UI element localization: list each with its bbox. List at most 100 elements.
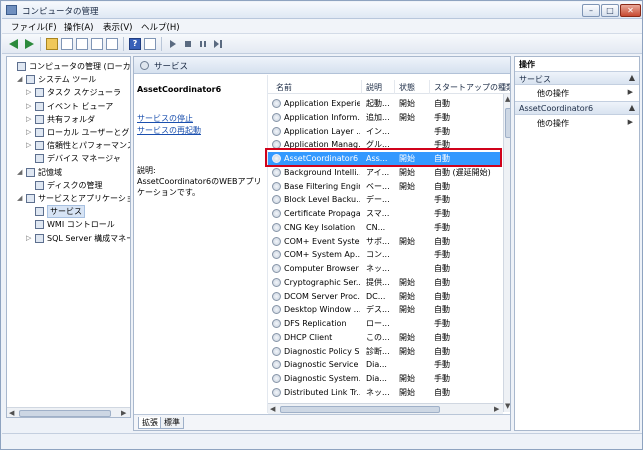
export-list-icon[interactable] xyxy=(106,38,118,50)
scroll-right-icon[interactable]: ▶ xyxy=(121,409,126,417)
status-bar xyxy=(2,433,642,449)
expand-toggle-icon[interactable]: ▷ xyxy=(26,232,31,245)
pause-service-icon[interactable] xyxy=(197,38,209,50)
service-gear-icon xyxy=(272,360,281,370)
column-startup-type[interactable]: スタートアップの種類 xyxy=(434,82,510,93)
column-status[interactable]: 状態 xyxy=(399,82,415,93)
tree-horizontal-scrollbar[interactable]: ◀ ▶ xyxy=(7,407,130,417)
service-row[interactable]: Certificate Propaga... スマ... 手動 xyxy=(268,207,502,220)
actions-section-services[interactable]: サービス ▲ xyxy=(515,71,639,85)
properties-icon[interactable] xyxy=(76,38,88,50)
service-row[interactable]: DFS Replication ロー... 手動 xyxy=(268,317,502,330)
back-button[interactable] xyxy=(8,38,20,50)
expand-toggle-icon[interactable]: ▷ xyxy=(26,139,31,152)
service-desc-cell: デー... xyxy=(366,195,390,205)
menu-action[interactable]: 操作(A) xyxy=(64,21,93,33)
scroll-up-icon[interactable]: ▲ xyxy=(505,95,510,103)
collapse-icon[interactable]: ▲ xyxy=(629,73,635,82)
service-gear-icon xyxy=(272,332,281,342)
restart-service-icon[interactable] xyxy=(212,38,224,50)
service-row[interactable]: CNG Key Isolation CN... 手動 xyxy=(268,221,502,234)
tab-standard[interactable]: 標準 xyxy=(160,417,184,429)
stop-service-icon[interactable] xyxy=(182,38,194,50)
service-name-cell: Diagnostic Policy S... xyxy=(284,346,360,356)
up-folder-icon[interactable] xyxy=(46,38,58,50)
service-row[interactable]: Computer Browser ネッ... 自動 xyxy=(268,262,502,275)
service-row[interactable]: Diagnostic System... Dia... 開始 手動 xyxy=(268,372,502,385)
service-row[interactable]: Base Filtering Engine ベー... 開始 自動 xyxy=(268,180,502,193)
tree-node-label: ローカル ユーザーとグループ xyxy=(47,128,130,137)
expand-toggle-icon[interactable]: ◢ xyxy=(17,192,22,205)
column-divider[interactable] xyxy=(361,80,362,94)
services-vertical-scrollbar[interactable]: ▲ ▼ xyxy=(503,94,510,412)
service-row[interactable]: Diagnostic Policy S... 診断... 開始 自動 xyxy=(268,345,502,358)
action-more-actions[interactable]: 他の操作 ▶ xyxy=(515,116,639,129)
scroll-left-icon[interactable]: ◀ xyxy=(270,405,275,413)
close-button[interactable]: ✕ xyxy=(620,4,641,17)
service-row[interactable]: DHCP Client この... 開始 自動 xyxy=(268,331,502,344)
restart-service-link[interactable]: サービスの再起動 xyxy=(137,125,201,136)
service-row[interactable]: AssetCoordinator6 Ass... 開始 自動 xyxy=(268,152,502,165)
tree-node-icon xyxy=(35,88,44,98)
service-row[interactable]: Background Intelli... アイ... 開始 自動 (遅延開始) xyxy=(268,166,502,179)
service-row[interactable]: COM+ System Ap... コン... 手動 xyxy=(268,248,502,261)
service-row[interactable]: Application Layer ... イン... 手動 xyxy=(268,125,502,138)
expand-toggle-icon[interactable]: ◢ xyxy=(17,73,22,86)
menu-file[interactable]: ファイル(F) xyxy=(11,21,57,33)
service-startup-cell: 自動 xyxy=(434,305,450,315)
maximize-button[interactable]: □ xyxy=(601,4,619,17)
service-row[interactable]: Block Level Backu... デー... 手動 xyxy=(268,193,502,206)
actions-section-assetcoordinator6[interactable]: AssetCoordinator6 ▲ xyxy=(515,101,639,115)
expand-toggle-icon[interactable]: ▷ xyxy=(26,100,31,113)
menu-help[interactable]: ヘルプ(H) xyxy=(141,21,180,33)
start-service-icon[interactable] xyxy=(167,38,179,50)
scroll-thumb[interactable] xyxy=(505,108,510,138)
stop-service-link[interactable]: サービスの停止 xyxy=(137,113,193,124)
help-icon[interactable]: ? xyxy=(129,38,141,50)
service-row[interactable]: COM+ Event System サポ... 開始 自動 xyxy=(268,235,502,248)
service-name-cell: Diagnostic Service ... xyxy=(284,360,360,370)
scroll-left-icon[interactable]: ◀ xyxy=(9,409,14,417)
service-row[interactable]: Desktop Window ... デス... 開始 自動 xyxy=(268,303,502,316)
service-row[interactable]: Distributed Link Tr... ネッ... 開始 自動 xyxy=(268,386,502,399)
scroll-down-icon[interactable]: ▼ xyxy=(505,402,510,410)
service-row[interactable]: DCOM Server Proc... DC... 開始 自動 xyxy=(268,290,502,303)
computer-management-window: コンピュータの管理 – □ ✕ ファイル(F) 操作(A) 表示(V) ヘルプ(… xyxy=(0,0,643,450)
minimize-button[interactable]: – xyxy=(582,4,600,17)
console-tree: コンピュータの管理 (ローカル) ◢ システム ツール ▷ タスク スケジューラ ▷ イベン… xyxy=(6,56,131,418)
scroll-thumb[interactable] xyxy=(280,406,440,413)
service-row[interactable]: Diagnostic Service ... Dia... 手動 xyxy=(268,358,502,371)
service-gear-icon xyxy=(272,291,281,301)
action-more-actions[interactable]: 他の操作 ▶ xyxy=(515,86,639,99)
expand-toggle-icon[interactable]: ▷ xyxy=(26,86,31,99)
service-description-panel: AssetCoordinator6 サービスの停止 サービスの再起動 説明: A… xyxy=(134,75,266,413)
service-name-cell: DCOM Server Proc... xyxy=(284,291,360,301)
toolbar-separator xyxy=(123,37,124,51)
scroll-thumb[interactable] xyxy=(19,410,111,417)
column-divider[interactable] xyxy=(394,80,395,94)
expand-toggle-icon[interactable]: ◢ xyxy=(17,166,22,179)
expand-toggle-icon[interactable]: ▷ xyxy=(26,113,31,126)
tab-extended[interactable]: 拡張 xyxy=(138,417,162,429)
scroll-right-icon[interactable]: ▶ xyxy=(494,405,499,413)
column-description[interactable]: 説明 xyxy=(366,82,382,93)
service-desc-cell: DC... xyxy=(366,291,386,301)
refresh-icon[interactable] xyxy=(91,38,103,50)
expand-toggle-icon[interactable]: ▷ xyxy=(26,126,31,139)
column-divider[interactable] xyxy=(429,80,430,94)
collapse-icon[interactable]: ▲ xyxy=(629,103,635,112)
forward-button[interactable] xyxy=(23,38,35,50)
service-row[interactable]: Application Experie... 起動... 開始 自動 xyxy=(268,97,502,110)
service-row[interactable]: Application Inform... 追加... 開始 手動 xyxy=(268,111,502,124)
action-pane-toggle-icon[interactable] xyxy=(144,38,156,50)
tree-node-label: WMI コントロール xyxy=(47,220,115,230)
tree-node-icon xyxy=(35,220,44,230)
service-row[interactable]: Application Manag... グル... 手動 xyxy=(268,138,502,151)
service-row[interactable]: Cryptographic Ser... 提供... 開始 自動 xyxy=(268,276,502,289)
tree-node-icon xyxy=(35,114,44,124)
menu-bar: ファイル(F) 操作(A) 表示(V) ヘルプ(H) xyxy=(2,19,642,34)
column-name[interactable]: 名前 xyxy=(276,82,292,93)
services-horizontal-scrollbar[interactable]: ◀ ▶ xyxy=(268,403,503,414)
show-hide-tree-icon[interactable] xyxy=(61,38,73,50)
menu-view[interactable]: 表示(V) xyxy=(103,21,132,33)
